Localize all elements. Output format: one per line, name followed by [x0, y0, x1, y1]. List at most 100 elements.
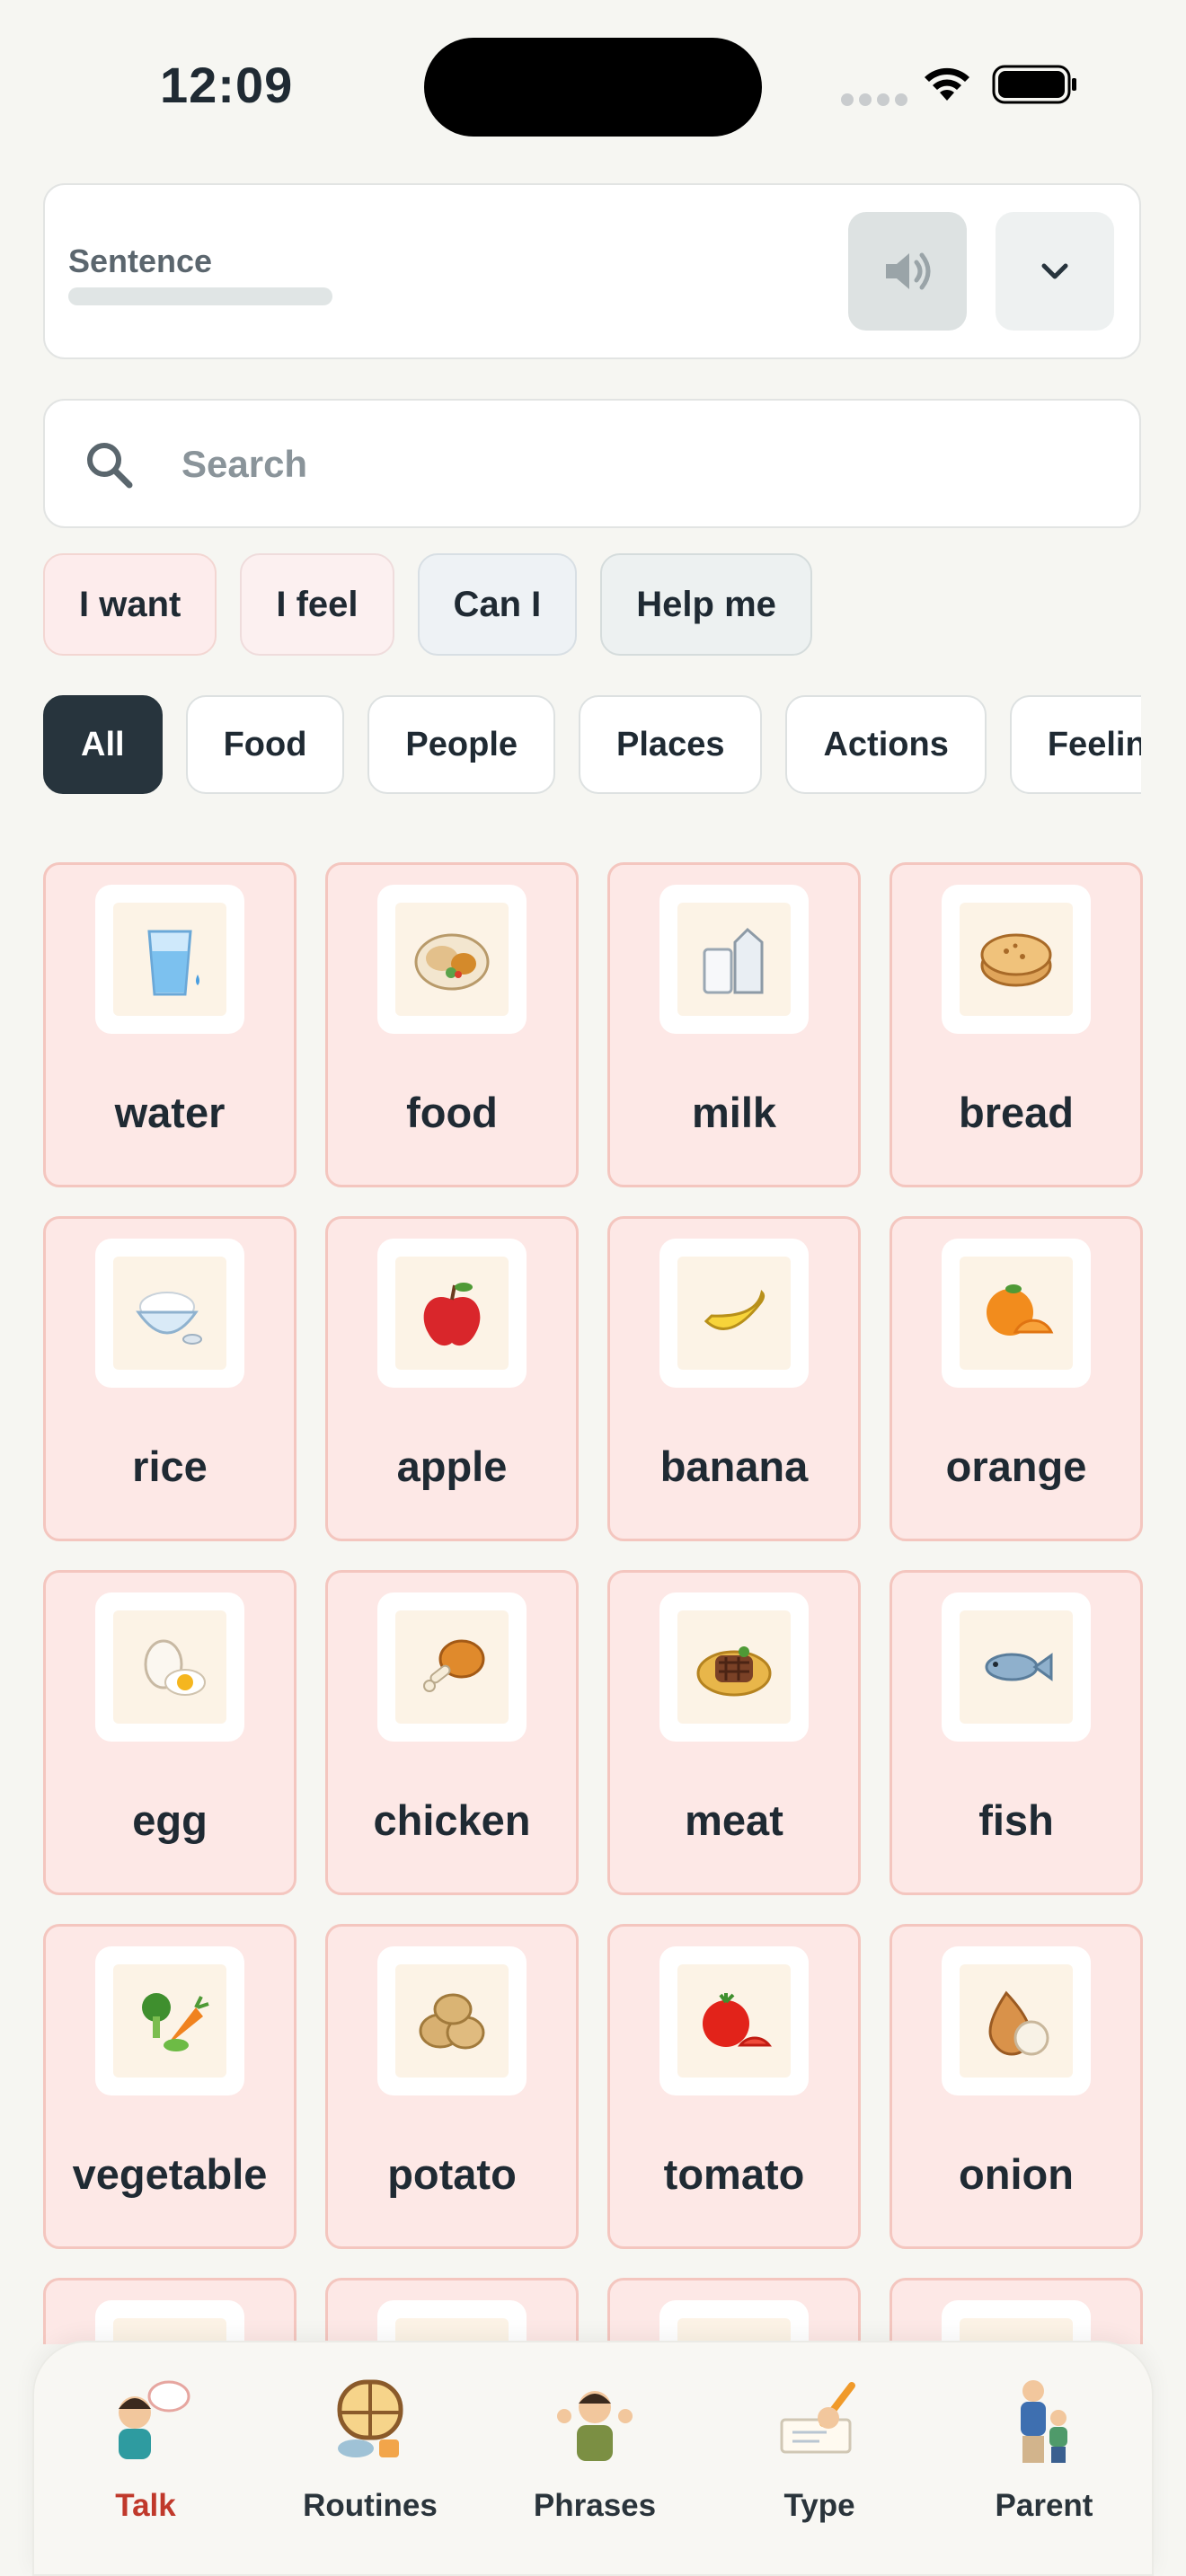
tab-type[interactable]: Type [730, 2373, 909, 2535]
word-tile-fish[interactable]: fish [890, 1570, 1143, 1895]
tab-places[interactable]: Places [579, 695, 763, 794]
bread-icon [980, 933, 1052, 987]
phrase-chip-can-i[interactable]: Can I [417, 553, 578, 656]
category-tabs: AllFoodPeoplePlacesActionsFeelings [43, 695, 1141, 798]
word-label: food [406, 1089, 498, 1136]
tomato-icon [703, 1993, 773, 2047]
word-label: onion [959, 2150, 1074, 2198]
word-tile-partial[interactable] [890, 2278, 1143, 2344]
search-icon [87, 443, 133, 489]
word-image-frame [377, 1239, 527, 1388]
word-image-frame [659, 1946, 809, 2095]
word-image-frame [942, 1946, 1091, 2095]
sentence-strip[interactable]: Sentence [43, 183, 1141, 359]
routine-window-icon [337, 2379, 403, 2457]
nav-label: Talk [115, 2488, 176, 2523]
word-tile-vegetable[interactable]: vegetable [43, 1924, 296, 2249]
nav-label: Routines [303, 2488, 438, 2523]
nav-label: Parent [995, 2488, 1093, 2523]
tab-all[interactable]: All [43, 695, 163, 794]
tab-talk[interactable]: Talk [56, 2373, 235, 2535]
speak-button[interactable] [848, 212, 967, 331]
word-label: fish [978, 1796, 1054, 1844]
word-image-frame [95, 1239, 244, 1388]
word-tile-milk[interactable]: milk [607, 862, 861, 1187]
word-label: vegetable [72, 2150, 268, 2198]
word-label: banana [659, 1442, 809, 1490]
wifi-icon [925, 67, 969, 101]
search-input[interactable] [180, 428, 1100, 501]
phrase-chip-help-me[interactable]: Help me [600, 553, 812, 656]
tab-parent[interactable]: Parent [954, 2373, 1134, 2535]
speaker-icon [886, 252, 931, 290]
water-glass-icon [147, 930, 199, 996]
word-tile-bread[interactable]: bread [890, 862, 1143, 1187]
vegetable-icon [142, 1993, 209, 2051]
tab-actions[interactable]: Actions [785, 695, 987, 794]
word-image-frame [659, 1239, 809, 1388]
word-label: potato [387, 2150, 517, 2198]
word-tile-partial[interactable] [325, 2278, 579, 2344]
talking-child-icon [119, 2380, 190, 2459]
word-image-frame [942, 2300, 1091, 2344]
apple-icon [423, 1283, 481, 1346]
tab-phrases[interactable]: Phrases [505, 2373, 685, 2535]
word-tile-water[interactable]: water [43, 862, 296, 1187]
word-image-frame [942, 1592, 1091, 1742]
status-time: 12:09 [160, 57, 294, 113]
milk-icon [703, 927, 764, 994]
status-bar: 12:09 [0, 0, 1186, 171]
sentence-placeholder-line [68, 287, 332, 305]
word-image-frame [377, 2300, 527, 2344]
word-image-frame [659, 2300, 809, 2344]
word-image-frame [659, 1592, 809, 1742]
nav-label: Type [783, 2488, 855, 2523]
rice-bowl-icon [136, 1292, 202, 1345]
orange-icon [987, 1284, 1054, 1336]
word-tile-chicken[interactable]: chicken [325, 1570, 579, 1895]
word-tile-rice[interactable]: rice [43, 1216, 296, 1541]
onion-icon [988, 1990, 1049, 2056]
word-label: meat [685, 1796, 783, 1844]
word-tile-banana[interactable]: banana [607, 1216, 861, 1541]
dynamic-island [424, 38, 762, 137]
word-tile-meat[interactable]: meat [607, 1570, 861, 1895]
word-tile-partial[interactable] [43, 2278, 296, 2344]
word-tile-tomato[interactable]: tomato [607, 1924, 861, 2249]
search-bar[interactable] [43, 399, 1141, 528]
parent-child-icon [1021, 2380, 1067, 2463]
word-label: bread [959, 1089, 1074, 1136]
fish-icon [985, 1653, 1053, 1681]
word-tile-potato[interactable]: potato [325, 1924, 579, 2249]
word-tile-orange[interactable]: orange [890, 1216, 1143, 1541]
battery-icon [992, 65, 1076, 104]
word-tile-partial[interactable] [607, 2278, 861, 2344]
word-tile-onion[interactable]: onion [890, 1924, 1143, 2249]
expand-button[interactable] [996, 212, 1114, 331]
word-label: tomato [663, 2150, 805, 2198]
phrase-chip-i-feel[interactable]: I feel [240, 553, 394, 656]
word-tile-food[interactable]: food [325, 862, 579, 1187]
word-image-frame [377, 1946, 527, 2095]
word-image-frame [95, 2300, 244, 2344]
word-label: egg [132, 1796, 208, 1844]
tab-people[interactable]: People [367, 695, 556, 794]
nav-label: Phrases [533, 2488, 657, 2523]
word-image-frame [377, 1592, 527, 1742]
sentence-label: Sentence [68, 243, 213, 279]
egg-icon [144, 1639, 206, 1696]
phrase-chip-i-want[interactable]: I want [43, 553, 217, 656]
writing-hand-icon [780, 2382, 855, 2454]
word-tile-egg[interactable]: egg [43, 1570, 296, 1895]
word-image-frame [95, 1946, 244, 2095]
tab-routines[interactable]: Routines [280, 2373, 460, 2535]
tab-feelings[interactable]: Feelings [1009, 695, 1141, 794]
word-label: water [114, 1089, 226, 1136]
cellular-signal-icon [841, 93, 913, 110]
food-plate-icon [414, 933, 490, 991]
word-tile-apple[interactable]: apple [325, 1216, 579, 1541]
word-image-frame [942, 1239, 1091, 1388]
word-label: orange [945, 1442, 1087, 1490]
tab-food[interactable]: Food [185, 695, 345, 794]
word-image-frame [942, 885, 1091, 1034]
